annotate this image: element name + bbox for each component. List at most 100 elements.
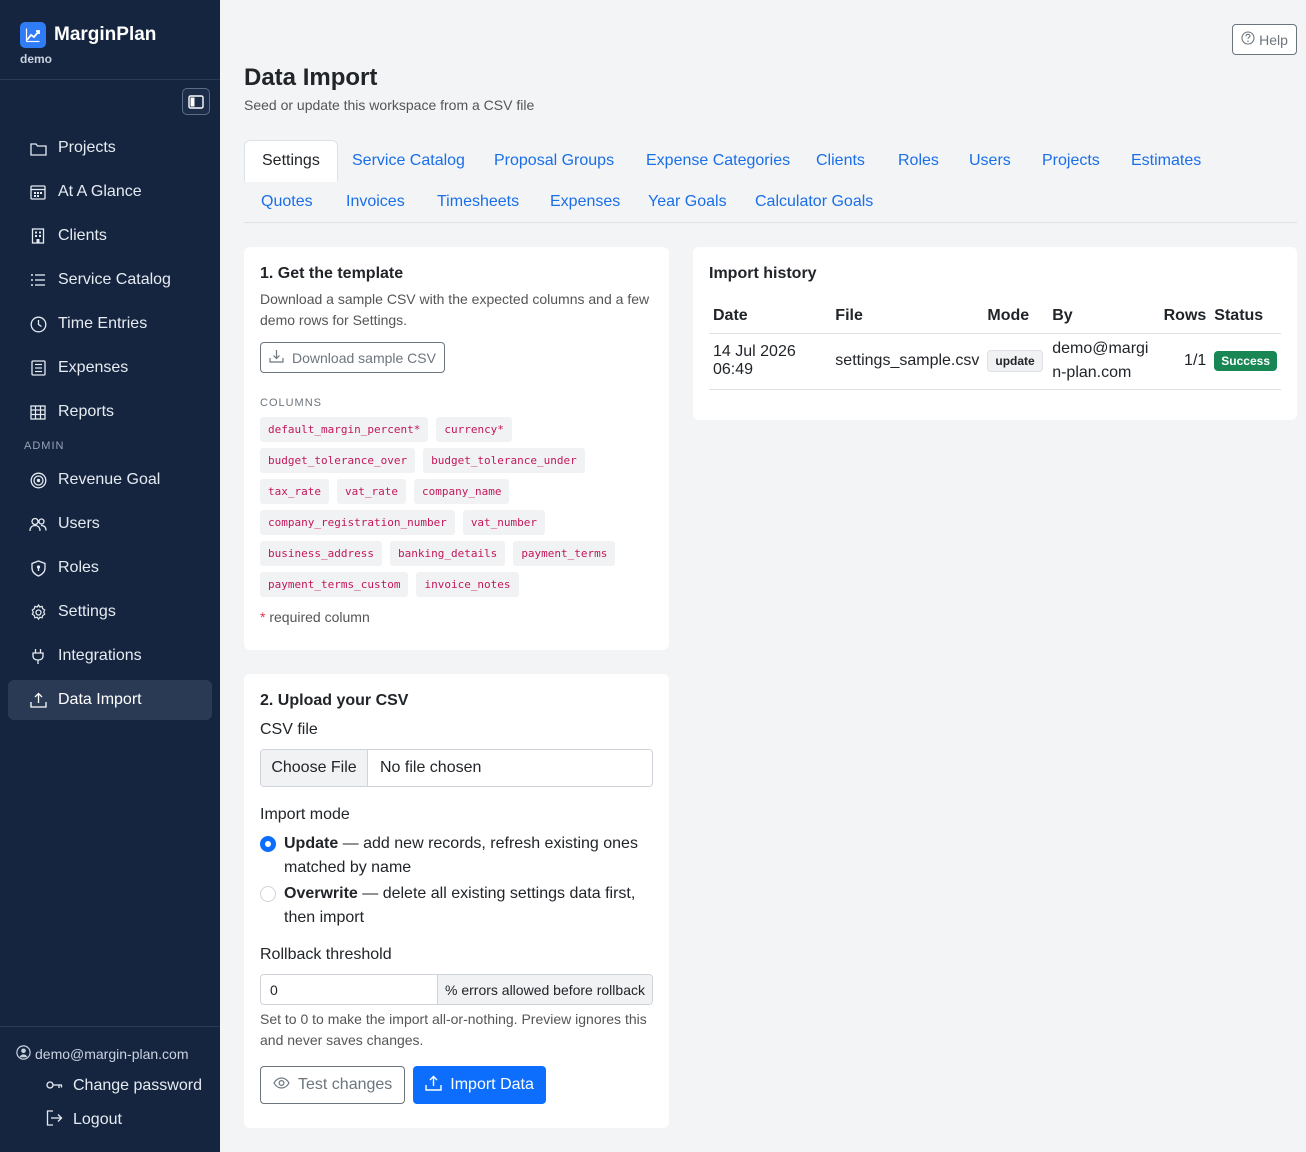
upload-icon [29, 691, 47, 709]
tab-timesheets[interactable]: Timesheets [420, 181, 536, 223]
logout-link[interactable]: Logout [0, 1103, 220, 1137]
history-file: settings_sample.csv [831, 333, 984, 390]
history-mode-cell: update [983, 333, 1049, 390]
column-chip: payment_terms [513, 541, 616, 566]
sidebar-item-projects[interactable]: Projects [8, 128, 212, 168]
test-changes-label: Test changes [298, 1076, 393, 1093]
column-chip: company_registration_number [260, 510, 455, 535]
tab-expenses[interactable]: Expenses [533, 181, 637, 223]
tab-roles[interactable]: Roles [881, 140, 956, 182]
tab-calculator-goals[interactable]: Calculator Goals [738, 181, 890, 223]
change-password-link[interactable]: Change password [0, 1069, 220, 1103]
upload-icon [425, 1075, 442, 1096]
csv-file-input[interactable]: Choose File No file chosen [260, 749, 653, 787]
sidebar: MarginPlan demo Projects At A Glance Cli… [0, 0, 220, 1152]
upload-actions: Test changes Import Data [260, 1066, 653, 1104]
rollback-threshold-group: 0 % errors allowed before rollback [260, 974, 653, 1005]
import-mode-label: Import mode [260, 806, 350, 823]
sidebar-item-revenue-goal[interactable]: Revenue Goal [8, 460, 212, 500]
sidebar-item-reports[interactable]: Reports [8, 392, 212, 432]
history-status-cell: Success [1210, 333, 1281, 390]
question-circle-icon [1241, 31, 1255, 48]
tab-year-goals[interactable]: Year Goals [631, 181, 744, 223]
history-title: Import history [709, 265, 817, 282]
required-note: * required column [260, 607, 653, 628]
tab-clients[interactable]: Clients [799, 140, 882, 182]
folder-icon [29, 139, 47, 157]
column-chip: invoice_notes [416, 572, 519, 597]
sidebar-toggle-button[interactable] [182, 88, 210, 115]
sidebar-item-roles[interactable]: Roles [8, 548, 212, 588]
brand: MarginPlan demo [0, 0, 220, 80]
rollback-help-text: Set to 0 to make the import all-or-nothi… [260, 1011, 647, 1048]
sidebar-item-label: Projects [58, 139, 116, 156]
mode-update-option[interactable]: Update — add new records, refresh existi… [260, 832, 653, 880]
current-user: demo@margin-plan.com [0, 1045, 220, 1063]
update-radio[interactable] [260, 836, 276, 852]
chart-line-icon [20, 22, 46, 48]
key-icon [46, 1077, 63, 1095]
required-star: * [260, 609, 266, 625]
mode-badge: update [987, 350, 1043, 372]
sidebar-item-settings[interactable]: Settings [8, 592, 212, 632]
download-icon [269, 349, 284, 366]
table-row: 14 Jul 2026 06:49 settings_sample.csv up… [709, 333, 1281, 390]
sidebar-item-data-import[interactable]: Data Import [8, 680, 212, 720]
tab-users[interactable]: Users [952, 140, 1028, 182]
brand-name[interactable]: MarginPlan [54, 24, 156, 46]
required-note-text: required column [269, 609, 370, 625]
sidebar-item-expenses[interactable]: Expenses [8, 348, 212, 388]
upload-card: 2. Upload your CSV CSV file Choose File … [244, 674, 669, 1128]
gear-icon [29, 603, 47, 621]
col-file: File [831, 299, 984, 334]
tab-proposal-groups[interactable]: Proposal Groups [477, 140, 631, 182]
status-badge: Success [1214, 351, 1277, 371]
columns-label: COLUMNS [260, 397, 323, 409]
page-subtitle: Seed or update this workspace from a CSV… [244, 97, 535, 113]
rollback-threshold-input[interactable]: 0 [261, 975, 437, 1004]
tab-estimates[interactable]: Estimates [1114, 140, 1218, 182]
template-description: Download a sample CSV with the expected … [260, 291, 650, 328]
test-changes-button[interactable]: Test changes [260, 1066, 406, 1104]
import-data-button[interactable]: Import Data [413, 1066, 546, 1104]
tab-expense-categories[interactable]: Expense Categories [629, 140, 807, 182]
column-chip: vat_rate [336, 479, 406, 504]
tab-invoices[interactable]: Invoices [329, 181, 422, 223]
sidebar-item-users[interactable]: Users [8, 504, 212, 544]
import-tabs: Settings Service Catalog Proposal Groups… [244, 140, 1297, 223]
column-chip: default_margin_percent* [260, 417, 429, 442]
sidebar-item-clients[interactable]: Clients [8, 216, 212, 256]
column-chip: tax_rate [260, 479, 329, 504]
overwrite-radio[interactable] [260, 886, 276, 902]
receipt-icon [29, 359, 47, 377]
sidebar-nav: Projects At A Glance Clients Service Cat… [8, 128, 212, 724]
update-option-text: Update — add new records, refresh existi… [284, 832, 653, 880]
sidebar-item-label: Data Import [58, 691, 142, 708]
page-title: Data Import [244, 64, 378, 91]
main-content: Help Data Import Seed or update this wor… [220, 0, 1306, 1152]
column-chip: payment_terms_custom [260, 572, 409, 597]
tab-projects[interactable]: Projects [1025, 140, 1117, 182]
clock-icon [29, 315, 47, 333]
sidebar-item-label: At A Glance [58, 183, 142, 200]
sidebar-item-at-a-glance[interactable]: At A Glance [8, 172, 212, 212]
choose-file-button[interactable]: Choose File [261, 750, 368, 786]
sidebar-item-service-catalog[interactable]: Service Catalog [8, 260, 212, 300]
upload-title: 2. Upload your CSV [260, 692, 409, 709]
admin-section-label: ADMIN [24, 440, 65, 452]
tab-service-catalog[interactable]: Service Catalog [335, 140, 482, 182]
sidebar-item-integrations[interactable]: Integrations [8, 636, 212, 676]
help-label: Help [1259, 31, 1288, 48]
list-icon [29, 271, 47, 289]
tab-quotes[interactable]: Quotes [244, 181, 330, 223]
tab-settings[interactable]: Settings [244, 140, 338, 182]
download-sample-button[interactable]: Download sample CSV [260, 342, 445, 373]
sidebar-item-label: Service Catalog [58, 271, 171, 288]
help-button[interactable]: Help [1232, 24, 1297, 55]
sidebar-item-time-entries[interactable]: Time Entries [8, 304, 212, 344]
user-circle-icon [16, 1045, 31, 1063]
history-header-row: Date File Mode By Rows Status [709, 299, 1281, 334]
mode-overwrite-option[interactable]: Overwrite — delete all existing settings… [260, 882, 653, 930]
column-chip: currency* [436, 417, 512, 442]
plug-icon [29, 647, 47, 665]
